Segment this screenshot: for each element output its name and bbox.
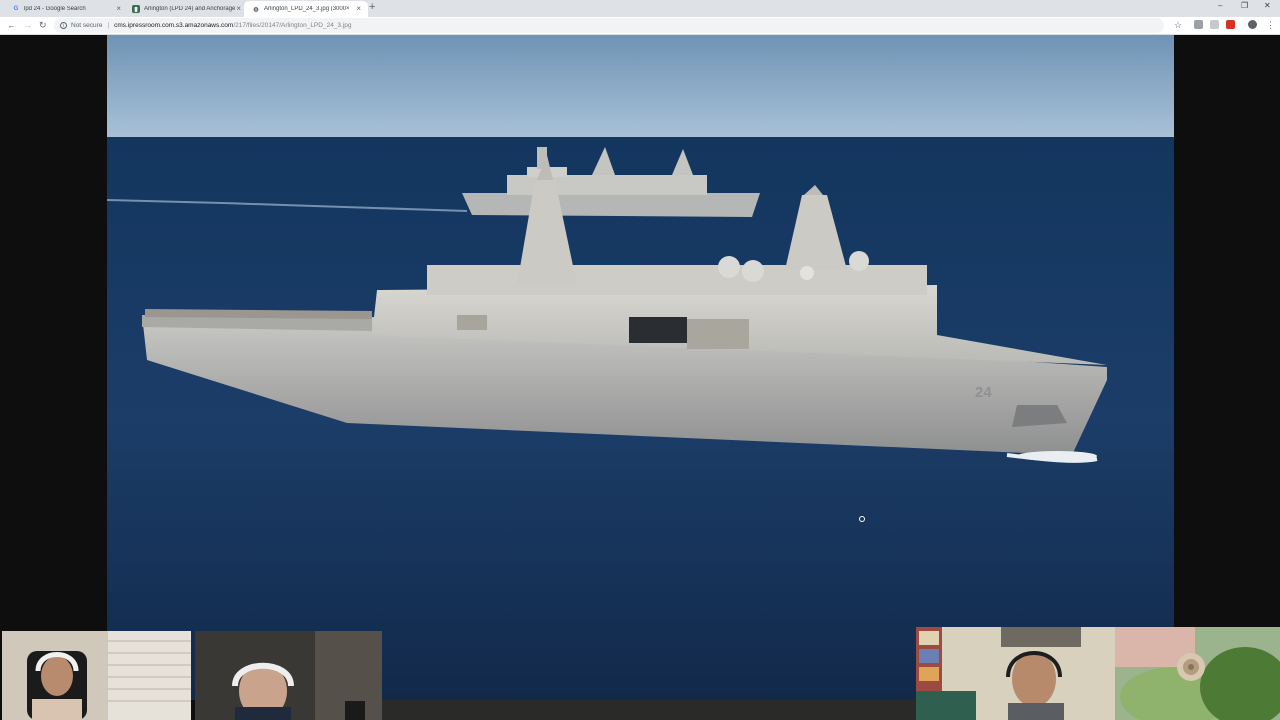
webcam-feed-1 bbox=[2, 631, 191, 720]
separator: | bbox=[107, 22, 110, 29]
extension-icon[interactable] bbox=[1210, 20, 1219, 29]
globe-icon: ◍ bbox=[253, 6, 259, 13]
tab-close-icon[interactable]: × bbox=[236, 4, 241, 14]
tab-title: lpd 24 - Google Search bbox=[24, 6, 86, 12]
minimize-button[interactable]: – bbox=[1218, 1, 1222, 10]
tab-google-search[interactable]: G lpd 24 - Google Search × bbox=[4, 1, 128, 17]
tab-image[interactable]: ◍ Arlington_LPD_24_3.jpg (3000× × bbox=[244, 1, 368, 17]
webcam-feed-2 bbox=[195, 631, 382, 720]
tab-title: Arlington (LPD 24) and Anchorage bbox=[144, 6, 236, 12]
adblock-icon[interactable] bbox=[1226, 20, 1235, 29]
google-icon: G bbox=[13, 6, 19, 12]
tab-strip: G lpd 24 - Google Search × ▮ Arlington (… bbox=[0, 0, 1280, 17]
address-bar: ← → ↻ i Not secure | cms.ipressroom.com.… bbox=[0, 17, 1280, 35]
webcam-feed-4 bbox=[1115, 627, 1280, 720]
webcam-3-image bbox=[916, 627, 1115, 720]
forward-arrow-icon[interactable]: → bbox=[23, 19, 32, 31]
security-label: Not secure bbox=[71, 22, 103, 29]
webcam-4-image bbox=[1115, 627, 1280, 720]
url-host: cms.ipressroom.com.s3.amazonaws.com bbox=[114, 22, 234, 29]
url-path: /217/files/20147/Arlington_LPD_24_3.jpg bbox=[233, 22, 352, 29]
site-icon: ▮ bbox=[132, 5, 140, 13]
ship-photo: 24 bbox=[107, 35, 1174, 700]
info-icon[interactable]: i bbox=[60, 22, 67, 29]
omnibox[interactable]: i Not secure | cms.ipressroom.com.s3.ama… bbox=[54, 18, 1164, 33]
webcam-1-image bbox=[2, 631, 191, 720]
ship-photo-graphic: 24 bbox=[107, 35, 1174, 700]
hull-number: 24 bbox=[975, 384, 992, 401]
tab-close-icon[interactable]: × bbox=[356, 4, 361, 14]
bottom-shadow bbox=[382, 700, 916, 720]
webcam-feed-3 bbox=[916, 627, 1115, 720]
bookmark-star-icon[interactable]: ☆ bbox=[1174, 19, 1182, 31]
webcam-2-image bbox=[195, 631, 382, 720]
menu-dots-icon[interactable]: ⋮ bbox=[1266, 19, 1275, 31]
back-arrow-icon[interactable]: ← bbox=[7, 19, 16, 31]
close-window-button[interactable]: ✕ bbox=[1264, 1, 1271, 10]
reload-icon[interactable]: ↻ bbox=[39, 19, 47, 31]
restore-button[interactable]: ❐ bbox=[1241, 1, 1248, 10]
extension-icon[interactable] bbox=[1194, 20, 1203, 29]
tab-arlington-article[interactable]: ▮ Arlington (LPD 24) and Anchorage × bbox=[124, 1, 248, 17]
tab-close-icon[interactable]: × bbox=[116, 4, 121, 14]
profile-avatar-icon[interactable] bbox=[1248, 20, 1257, 29]
new-tab-button[interactable]: + bbox=[369, 1, 375, 13]
tab-title: Arlington_LPD_24_3.jpg (3000× bbox=[264, 6, 350, 12]
